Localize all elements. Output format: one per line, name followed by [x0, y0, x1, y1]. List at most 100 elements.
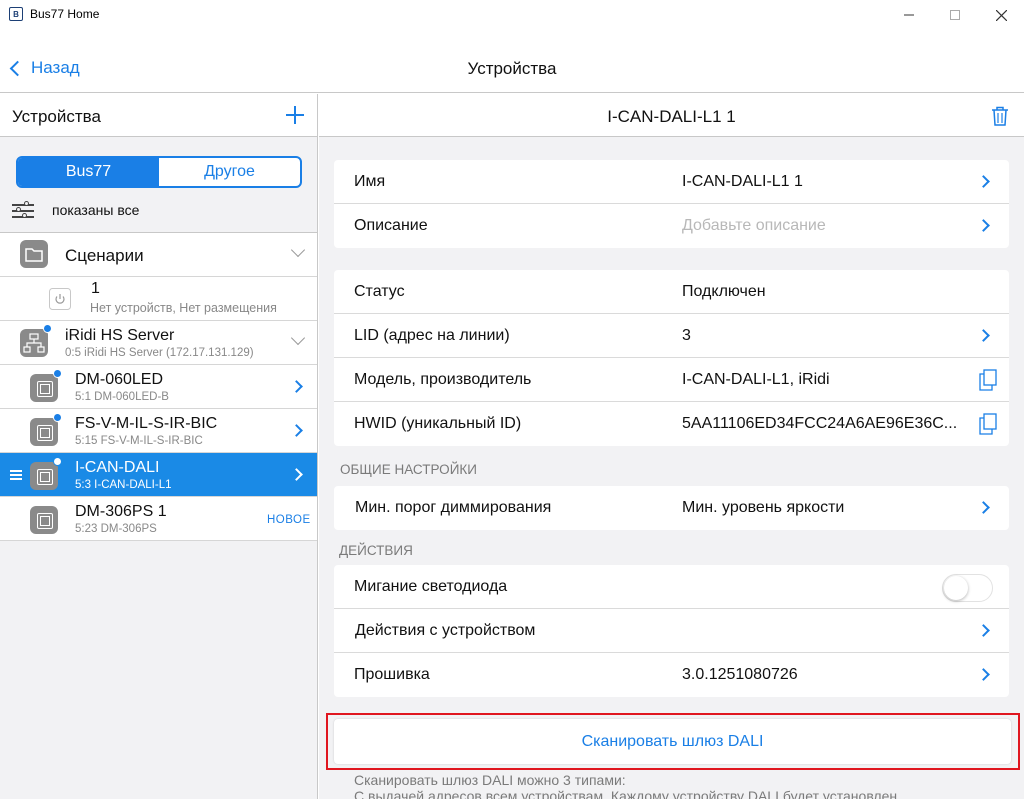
chip-icon [30, 374, 58, 402]
cell-value: 3.0.1251080726 [682, 666, 798, 683]
list-item[interactable]: 1 Нет устройств, Нет размещения [0, 277, 317, 321]
close-button[interactable] [978, 0, 1024, 30]
device-tree: Сценарии 1 Нет устройств, Нет размещения [0, 232, 317, 541]
device-sub: 5:23 DM-306PS [75, 523, 157, 535]
device-list-header: Устройства [0, 94, 317, 137]
info-group: Имя I-CAN-DALI-L1 1 Описание Добавьте оп… [334, 160, 1009, 248]
status-group: Статус Подключен LID (адрес на линии) 3 … [334, 270, 1009, 446]
chevron-right-icon [977, 219, 990, 232]
minimize-icon [904, 14, 914, 16]
dimming-threshold-cell[interactable]: Мин. порог диммирования Мин. уровень ярк… [334, 486, 1009, 530]
status-dot [53, 457, 62, 466]
folder-icon [20, 240, 48, 268]
new-badge: НОВОЕ [267, 514, 311, 526]
cell-label: Статус [354, 283, 405, 300]
device-name: FS-V-M-IL-S-IR-BIC [75, 415, 218, 432]
description-placeholder: Добавьте описание [682, 217, 826, 234]
app-icon: B [9, 7, 23, 21]
device-row-dm060led[interactable]: DM-060LED 5:1 DM-060LED-B [0, 365, 317, 409]
device-row-i-can-dali[interactable]: I-CAN-DALI 5:3 I-CAN-DALI-L1 [0, 453, 317, 497]
chevron-right-icon [977, 329, 990, 342]
hwid-cell: HWID (уникальный ID) 5AA11106ED34FCC24A6… [334, 402, 1009, 446]
device-list-panel: Устройства Bus77 Другое показаны все Сце… [0, 94, 318, 799]
actions-group: Мигание светодиода Действия с устройство… [334, 565, 1009, 697]
add-device-button[interactable] [285, 105, 305, 125]
device-detail-panel: I-CAN-DALI-L1 1 Имя I-CAN-DALI-L1 1 Опис… [319, 94, 1024, 799]
drag-handle-icon[interactable] [10, 470, 22, 480]
chevron-right-icon [290, 424, 303, 437]
cell-label: Мигание светодиода [354, 578, 508, 595]
maximize-icon [950, 10, 960, 20]
window-title: Bus77 Home [30, 7, 100, 21]
device-sub: 5:1 DM-060LED-B [75, 391, 169, 403]
chevron-down-icon[interactable] [290, 330, 306, 346]
segmented-control: Bus77 Другое [16, 156, 302, 188]
minimize-button[interactable] [886, 0, 932, 30]
network-icon [20, 329, 48, 357]
cell-label: Действия с устройством [355, 622, 536, 639]
cell-label: HWID (уникальный ID) [354, 415, 522, 432]
cell-label: Описание [354, 217, 428, 234]
firmware-cell[interactable]: Прошивка 3.0.1251080726 [334, 653, 1009, 697]
status-dot [53, 369, 62, 378]
chevron-right-icon [977, 175, 990, 188]
led-blink-cell: Мигание светодиода [334, 565, 1009, 609]
chevron-right-icon [290, 380, 303, 393]
device-detail-header: I-CAN-DALI-L1 1 [319, 94, 1024, 137]
chevron-right-icon [977, 668, 990, 681]
scene-name: 1 [91, 280, 100, 297]
lid-cell[interactable]: LID (адрес на линии) 3 [334, 314, 1009, 358]
chevron-right-icon [977, 501, 990, 514]
cell-value: I-CAN-DALI-L1, iRidi [682, 371, 830, 388]
device-row-fs-v-m[interactable]: FS-V-M-IL-S-IR-BIC 5:15 FS-V-M-IL-S-IR-B… [0, 409, 317, 453]
footnote-line: С выдачей адресов всем устройствам. Кажд… [354, 788, 898, 799]
scan-footnote: Сканировать шлюз DALI можно 3 типами: С … [354, 772, 994, 799]
device-name: DM-306PS 1 [75, 503, 167, 520]
filter-status: показаны все [52, 202, 140, 218]
copy-icon[interactable] [979, 413, 997, 435]
device-actions-cell[interactable]: Действия с устройством [334, 609, 1009, 653]
device-detail-title: I-CAN-DALI-L1 1 [607, 107, 736, 126]
device-row-dm306ps[interactable]: DM-306PS 1 5:23 DM-306PS НОВОЕ [0, 497, 317, 541]
general-settings-group: Мин. порог диммирования Мин. уровень ярк… [334, 486, 1009, 530]
cell-label: Мин. порог диммирования [355, 499, 552, 516]
cell-value: Подключен [682, 283, 766, 300]
led-blink-toggle[interactable] [942, 574, 993, 602]
power-icon [49, 288, 71, 310]
chip-icon [30, 506, 58, 534]
cell-value: Мин. уровень яркости [682, 499, 845, 516]
chip-icon [30, 462, 58, 490]
footnote-line: Сканировать шлюз DALI можно 3 типами: [354, 772, 626, 788]
segment-other[interactable]: Другое [159, 158, 300, 186]
cell-value: I-CAN-DALI-L1 1 [682, 173, 803, 190]
cell-label: Имя [354, 173, 386, 190]
scan-dali-gateway-button[interactable]: Сканировать шлюз DALI [334, 719, 1011, 764]
page-title: Устройства [467, 59, 557, 78]
chevron-right-icon [290, 468, 303, 481]
chevron-down-icon[interactable] [290, 242, 306, 258]
section-general-title: ОБЩИЕ НАСТРОЙКИ [340, 462, 477, 477]
segment-bus77[interactable]: Bus77 [18, 158, 159, 186]
cell-value: 3 [682, 327, 691, 344]
navigation-bar: Назад Устройства [0, 30, 1024, 93]
copy-icon[interactable] [979, 369, 997, 391]
app-icon-letter: B [13, 9, 19, 19]
window-titlebar: B Bus77 Home [0, 0, 1024, 30]
description-cell[interactable]: Описание Добавьте описание [334, 204, 1009, 248]
model-cell: Модель, производитель I-CAN-DALI-L1, iRi… [334, 358, 1009, 402]
tree-group-scenes[interactable]: Сценарии [0, 233, 317, 277]
cell-label: Модель, производитель [354, 371, 532, 388]
trash-icon[interactable] [991, 106, 1009, 126]
tree-group-label: Сценарии [65, 246, 144, 265]
scene-sub: Нет устройств, Нет размещения [90, 301, 277, 315]
cell-label: LID (адрес на линии) [354, 327, 510, 344]
section-actions-title: ДЕЙСТВИЯ [339, 543, 413, 558]
device-name: I-CAN-DALI [75, 459, 160, 476]
maximize-button[interactable] [932, 0, 978, 30]
chip-icon [30, 418, 58, 446]
name-cell[interactable]: Имя I-CAN-DALI-L1 1 [334, 160, 1009, 204]
tree-group-server[interactable]: iRidi HS Server 0:5 iRidi HS Server (172… [0, 321, 317, 365]
device-sub: 5:3 I-CAN-DALI-L1 [75, 479, 172, 491]
filter-icon[interactable] [12, 201, 34, 219]
status-cell: Статус Подключен [334, 270, 1009, 314]
